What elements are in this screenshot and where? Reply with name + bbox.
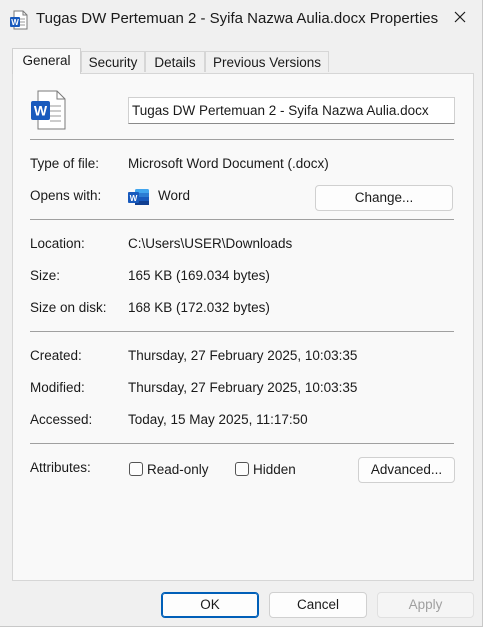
location-label: Location: [30,236,85,251]
word-doc-icon: W [10,10,28,30]
title-bar[interactable]: W Tugas DW Pertemuan 2 - Syifa Nazwa Aul… [0,0,483,40]
size-label: Size: [30,268,61,283]
change-button[interactable]: Change... [315,185,453,211]
ok-button[interactable]: OK [161,592,259,618]
created-label: Created: [30,348,82,363]
created-value: Thursday, 27 February 2025, 10:03:35 [128,348,358,363]
tab-details[interactable]: Details [145,51,205,72]
size-on-disk-label: Size on disk: [30,300,107,315]
tab-general[interactable]: General [12,48,81,74]
location-value: C:\Users\USER\Downloads [128,236,293,251]
size-value: 165 KB (169.034 bytes) [128,268,270,283]
tab-previous-versions[interactable]: Previous Versions [205,51,329,72]
window-title: Tugas DW Pertemuan 2 - Syifa Nazwa Aulia… [36,10,439,27]
advanced-button[interactable]: Advanced... [358,457,455,483]
apply-button[interactable]: Apply [377,592,474,618]
separator [30,219,454,220]
hidden-label[interactable]: Hidden [253,462,296,477]
modified-label: Modified: [30,380,85,395]
type-of-file-value: Microsoft Word Document (.docx) [128,156,329,171]
separator [30,331,454,332]
modified-value: Thursday, 27 February 2025, 10:03:35 [128,380,358,395]
file-name-input[interactable] [128,97,455,124]
type-of-file-label: Type of file: [30,156,100,171]
accessed-label: Accessed: [30,412,93,427]
cancel-button[interactable]: Cancel [269,592,367,618]
properties-dialog: W Tugas DW Pertemuan 2 - Syifa Nazwa Aul… [0,0,483,627]
word-app-icon: W [128,188,150,206]
hidden-checkbox[interactable] [235,462,249,476]
opens-with-label: Opens with: [30,188,102,203]
svg-text:W: W [11,18,19,27]
read-only-checkbox[interactable] [129,462,143,476]
size-on-disk-value: 168 KB (172.032 bytes) [128,300,270,315]
accessed-value: Today, 15 May 2025, 11:17:50 [128,412,308,427]
general-panel: W Type of file: Microsoft Word Document … [12,73,474,581]
attributes-label: Attributes: [30,460,91,475]
tab-security[interactable]: Security [81,51,145,72]
word-document-icon: W [30,90,68,130]
svg-text:W: W [130,194,138,203]
close-icon [454,10,466,28]
separator [30,139,454,140]
separator [30,443,454,444]
read-only-label[interactable]: Read-only [147,462,209,477]
svg-text:W: W [34,103,48,119]
close-button[interactable] [437,0,483,38]
opens-with-value: Word [158,188,191,203]
